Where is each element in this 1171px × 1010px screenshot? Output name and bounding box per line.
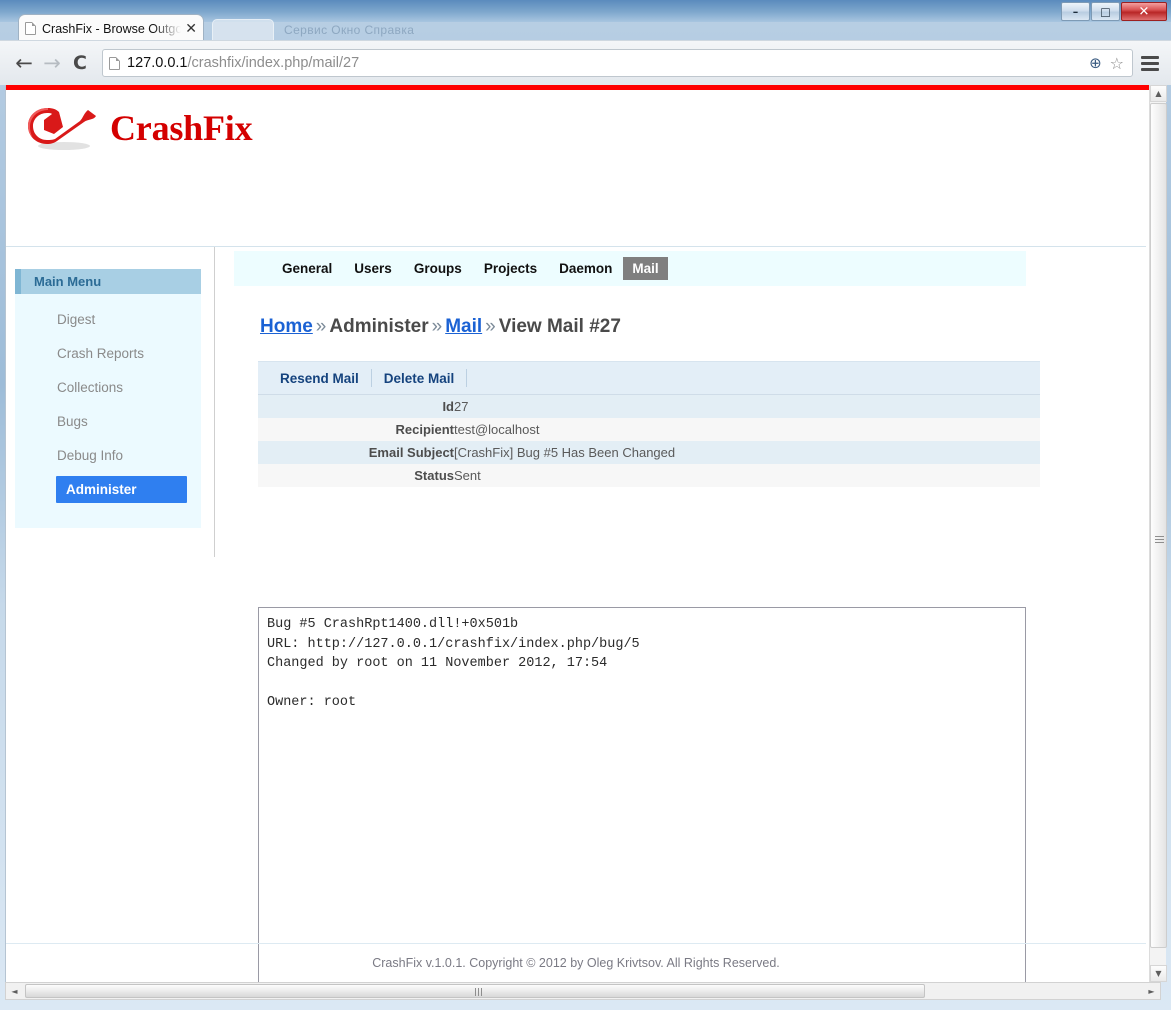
detail-label-status: Status (258, 464, 454, 487)
tab-daemon[interactable]: Daemon (548, 257, 623, 281)
page-viewport: CrashFix Main Menu Digest Crash Reports … (5, 85, 1161, 982)
browser-menu-icon[interactable] (1139, 55, 1161, 71)
scroll-thumb-grip (475, 988, 484, 996)
breadcrumb-sep: » (315, 316, 327, 337)
chevron-right-icon: ► (1148, 986, 1155, 996)
browser-tabstrip: Сервис Окно Справка CrashFix - Browse Ou… (0, 14, 1171, 42)
admin-tabs: General Users Groups Projects Daemon Mai… (234, 251, 1026, 286)
mail-action-bar: Resend Mail Delete Mail (258, 361, 1040, 395)
sidebar-item-collections[interactable]: Collections (47, 374, 192, 401)
sidebar-item-label: Administer (66, 482, 137, 497)
header-divider (6, 246, 1146, 247)
chevron-up-icon: ▲ (1155, 89, 1162, 98)
chevron-down-icon: ▼ (1155, 969, 1162, 978)
sidebar-divider (214, 247, 215, 557)
sidebar-item-digest[interactable]: Digest (47, 306, 192, 333)
scroll-left-button[interactable]: ◄ (6, 983, 23, 999)
browser-tab-active[interactable]: CrashFix - Browse Outgoir ✕ (18, 14, 204, 42)
sidebar-list: Digest Crash Reports Collections Bugs De… (15, 294, 201, 528)
sidebar-item-crash-reports[interactable]: Crash Reports (47, 340, 192, 367)
address-bar-icons: ⊕ ☆ (1089, 54, 1126, 73)
vertical-scrollbar[interactable]: ▲ ▼ (1149, 85, 1167, 982)
bookmark-star-icon[interactable]: ☆ (1110, 54, 1124, 73)
site-logo-text: CrashFix (110, 108, 253, 148)
detail-value-email-subject: [CrashFix] Bug #5 Has Been Changed (454, 441, 1040, 464)
sidebar-item-administer[interactable]: Administer (56, 476, 187, 503)
url-host: 127.0.0.1 (127, 55, 188, 71)
wrench-logo-icon (28, 108, 96, 150)
mail-body-textarea[interactable]: Bug #5 CrashRpt1400.dll!+0x501b URL: htt… (258, 607, 1026, 982)
table-row: Id 27 (258, 395, 1040, 418)
tab-title: CrashFix - Browse Outgoir (42, 21, 182, 36)
scroll-thumb-grip (1155, 536, 1164, 545)
delete-mail-button[interactable]: Delete Mail (372, 371, 467, 386)
detail-value-status: Sent (454, 464, 1040, 487)
scroll-up-button[interactable]: ▲ (1150, 85, 1167, 102)
detail-label-email-subject: Email Subject (258, 441, 454, 464)
address-bar[interactable]: 127.0.0.1 /crashfix/index.php/mail/27 ⊕ … (102, 49, 1133, 77)
tab-general[interactable]: General (271, 257, 343, 281)
forward-button[interactable]: → (38, 49, 66, 77)
browser-toolbar: ← → C 127.0.0.1 /crashfix/index.php/mail… (0, 40, 1171, 85)
sidebar-item-label: Bugs (57, 414, 88, 429)
sidebar-item-debug-info[interactable]: Debug Info (47, 442, 192, 469)
sidebar: Main Menu Digest Crash Reports Collectio… (15, 269, 201, 528)
reload-icon: C (73, 51, 87, 74)
detail-value-recipient: test@localhost (454, 418, 1040, 441)
vertical-scroll-thumb[interactable] (1150, 103, 1167, 948)
tab-mail[interactable]: Mail (623, 256, 668, 281)
horizontal-scrollbar[interactable]: ◄ ► (5, 982, 1161, 1000)
breadcrumb-sep: » (485, 316, 496, 337)
back-arrow-icon: ← (15, 50, 33, 75)
sidebar-item-label: Debug Info (57, 448, 124, 463)
page-icon (25, 22, 36, 35)
breadcrumb-current: View Mail #27 (498, 316, 621, 337)
table-row: Status Sent (258, 464, 1040, 487)
chevron-left-icon: ◄ (11, 986, 18, 996)
breadcrumb-home-link[interactable]: Home (260, 316, 313, 337)
sidebar-item-label: Digest (57, 312, 96, 327)
resend-mail-button[interactable]: Resend Mail (268, 371, 371, 386)
mail-panel: Resend Mail Delete Mail Id 27 Recipient … (258, 361, 1040, 982)
background-window-tab[interactable] (212, 19, 274, 42)
breadcrumb-administer: Administer (329, 316, 429, 337)
table-row: Recipient test@localhost (258, 418, 1040, 441)
site-header: CrashFix (6, 90, 1146, 163)
horizontal-scroll-thumb[interactable] (25, 984, 925, 998)
tab-users[interactable]: Users (343, 257, 403, 281)
detail-label-recipient: Recipient (258, 418, 454, 441)
forward-arrow-icon: → (43, 50, 61, 75)
detail-label-id: Id (258, 395, 454, 418)
sidebar-item-bugs[interactable]: Bugs (47, 408, 192, 435)
breadcrumb-sep: » (431, 316, 443, 337)
breadcrumb: Home» Administer» Mail» View Mail #27 (260, 316, 1034, 338)
zoom-icon[interactable]: ⊕ (1089, 54, 1102, 72)
breadcrumb-mail-link[interactable]: Mail (445, 316, 482, 337)
scroll-down-button[interactable]: ▼ (1150, 965, 1167, 982)
sidebar-item-label: Crash Reports (57, 346, 145, 361)
scroll-right-button[interactable]: ► (1143, 983, 1160, 999)
back-button[interactable]: ← (10, 49, 38, 77)
tab-close-icon[interactable]: ✕ (181, 22, 197, 36)
action-divider (466, 369, 468, 387)
background-window-menu-text: Сервис Окно Справка (284, 23, 415, 37)
footer-text: CrashFix v.1.0.1. Copyright © 2012 by Ol… (372, 956, 780, 970)
page-info-icon (109, 56, 120, 70)
os-window: – □ ✕ Сервис Окно Справка CrashFix - Bro… (0, 0, 1171, 1010)
detail-value-id: 27 (454, 395, 1040, 418)
mail-detail-table: Id 27 Recipient test@localhost Email Sub… (258, 395, 1040, 487)
tab-projects[interactable]: Projects (473, 257, 548, 281)
main-content: General Users Groups Projects Daemon Mai… (234, 251, 1040, 982)
url-path: /crashfix/index.php/mail/27 (187, 55, 360, 71)
sidebar-item-label: Collections (57, 380, 124, 395)
sidebar-header: Main Menu (15, 269, 201, 294)
footer-divider (6, 943, 1146, 944)
table-row: Email Subject [CrashFix] Bug #5 Has Been… (258, 441, 1040, 464)
sidebar-header-label: Main Menu (34, 274, 102, 289)
reload-button[interactable]: C (66, 49, 94, 77)
tab-groups[interactable]: Groups (403, 257, 473, 281)
